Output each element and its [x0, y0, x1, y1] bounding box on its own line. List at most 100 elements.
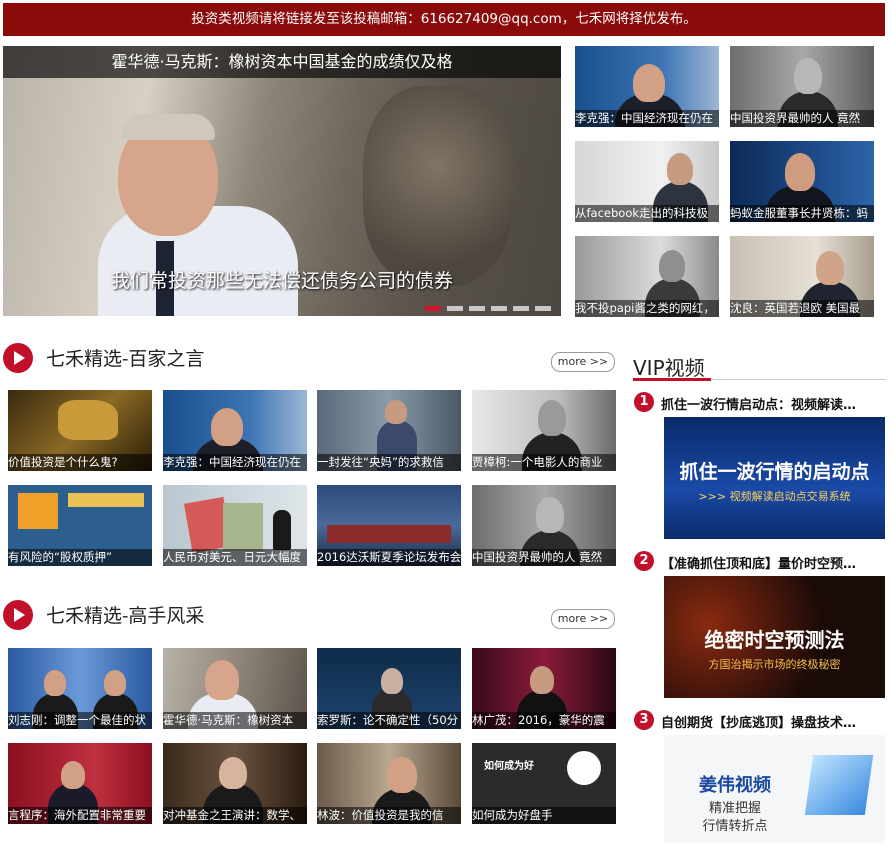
video-card[interactable]: 人民币对美元、日元大幅度	[163, 485, 307, 566]
slide-dot[interactable]	[535, 306, 551, 311]
video-caption[interactable]: 有风险的“股权质押”	[8, 549, 152, 566]
slide-dot[interactable]	[491, 306, 507, 311]
ad-subline: >>> 视频解读启动点交易系统	[698, 490, 851, 503]
video-caption[interactable]: 价值投资是个什么鬼?	[8, 454, 152, 471]
rank-badge: 2	[634, 551, 654, 571]
video-person-head	[61, 761, 85, 789]
slide-indicators	[425, 306, 551, 311]
video-card[interactable]: 李克强：中国经济现在仍在	[163, 390, 307, 471]
video-caption[interactable]: 如何成为好盘手	[472, 807, 616, 824]
conference-table	[327, 525, 451, 543]
hero-slideshow[interactable]: 霍华德·马克斯：橡树资本中国基金的成绩仅及格 我们常投资那些无法偿还债务公司的债…	[3, 46, 561, 316]
video-person-head	[536, 497, 564, 533]
ad-headline: 抓住一波行情的启动点	[679, 461, 870, 483]
side-video-caption[interactable]: 蚂蚁金服董事长井贤栋：蚂	[730, 205, 874, 222]
video-caption[interactable]: 中国投资界最帅的人 竟然	[472, 549, 616, 566]
hero-title[interactable]: 霍华德·马克斯：橡树资本中国基金的成绩仅及格	[3, 46, 561, 78]
vip-item-title[interactable]: 【准确抓住顶和底】量价时空预…	[661, 553, 856, 572]
video-person-head	[219, 757, 247, 789]
video-person-head	[381, 668, 403, 694]
video-caption[interactable]: 刘志刚：调整一个最佳的状	[8, 712, 152, 729]
video-card[interactable]: 价值投资是个什么鬼?	[8, 390, 152, 471]
video-caption[interactable]: 2016达沃斯夏季论坛发布会	[317, 549, 461, 566]
side-video-6[interactable]: 沈良：英国若退欧 美国最	[730, 236, 874, 317]
video-card[interactable]: 贾樟柯:一个电影人的商业	[472, 390, 616, 471]
bull-statue-icon	[58, 400, 118, 440]
slide-dot[interactable]	[447, 306, 463, 311]
video-card[interactable]: 刘志刚：调整一个最佳的状	[8, 648, 152, 729]
bank-icon	[18, 493, 58, 529]
video-caption[interactable]: 对冲基金之王演讲：数学、	[163, 807, 307, 824]
side-video-4[interactable]: 蚂蚁金服董事长井贤栋：蚂	[730, 141, 874, 222]
chess-piece-icon	[273, 510, 291, 550]
vip-ad-banner[interactable]: 姜伟视频 精准把握 行情转折点	[664, 735, 885, 843]
side-video-1[interactable]: 李克强：中国经济现在仍在	[575, 46, 719, 127]
side-video-caption[interactable]: 李克强：中国经济现在仍在	[575, 110, 719, 127]
headline-strip	[68, 493, 144, 507]
video-caption[interactable]: 林波：价值投资是我的信	[317, 807, 461, 824]
video-person-head	[659, 250, 685, 282]
video-caption[interactable]: 李克强：中国经济现在仍在	[163, 454, 307, 471]
video-person-head	[633, 64, 665, 102]
vip-ad-banner[interactable]: 绝密时空预测法 方国治揭示市场的终极秘密	[664, 576, 885, 698]
video-card[interactable]: 林波：价值投资是我的信	[317, 743, 461, 824]
video-person-head	[538, 400, 566, 436]
play-icon	[3, 600, 33, 630]
video-person-head	[816, 251, 844, 285]
vip-item-title[interactable]: 抓住一波行情启动点：视频解读…	[661, 394, 856, 413]
vip-ad-banner[interactable]: 抓住一波行情的启动点 >>> 视频解读启动点交易系统	[664, 417, 885, 539]
video-person-head	[387, 757, 417, 793]
video-person-head	[667, 153, 693, 185]
video-person-head	[794, 58, 822, 94]
play-icon	[3, 343, 33, 373]
video-caption[interactable]: 人民币对美元、日元大幅度	[163, 549, 307, 566]
vip-item-title[interactable]: 自创期货【抄底逃顶】操盘技术…	[661, 712, 856, 731]
slide-dot[interactable]	[513, 306, 529, 311]
section-title-gaoshou: 七禾精选-高手风采	[46, 605, 205, 627]
side-video-caption[interactable]: 沈良：英国若退欧 美国最	[730, 300, 874, 317]
video-card[interactable]: 林广茂：2016，豪华的震	[472, 648, 616, 729]
slide-dot[interactable]	[425, 306, 441, 311]
side-video-caption[interactable]: 中国投资界最帅的人 竟然	[730, 110, 874, 127]
video-card[interactable]: 2016达沃斯夏季论坛发布会	[317, 485, 461, 566]
ad-headline: 姜伟视频	[699, 775, 771, 796]
video-person-head	[44, 670, 66, 696]
thumb-headline: 如何成为好	[484, 761, 534, 772]
video-card[interactable]: 有风险的“股权质押”	[8, 485, 152, 566]
video-card[interactable]: 言程序：海外配置非常重要	[8, 743, 152, 824]
vip-section-title: VIP视频	[633, 356, 705, 380]
side-video-2[interactable]: 中国投资界最帅的人 竟然	[730, 46, 874, 127]
title-underline	[633, 378, 711, 381]
hero-subtitle: 我们常投资那些无法偿还债务公司的债券	[110, 270, 453, 292]
video-caption[interactable]: 林广茂：2016，豪华的震	[472, 712, 616, 729]
more-button[interactable]: more >>	[551, 352, 615, 372]
side-video-caption[interactable]: 从facebook走出的科技极	[575, 205, 719, 222]
more-button[interactable]: more >>	[551, 609, 615, 629]
video-card[interactable]: 霍华德·马克斯：橡树资本	[163, 648, 307, 729]
video-caption[interactable]: 一封发往“央妈”的求救信	[317, 454, 461, 471]
video-person-head	[205, 660, 239, 700]
rank-badge: 1	[634, 392, 654, 412]
hero-background-art	[363, 86, 513, 286]
side-video-5[interactable]: 我不投papi酱之类的网红，	[575, 236, 719, 317]
video-person-head	[785, 153, 815, 191]
side-video-3[interactable]: 从facebook走出的科技极	[575, 141, 719, 222]
video-person-head	[104, 670, 126, 696]
rank-badge: 3	[634, 710, 654, 730]
section-title-baijia: 七禾精选-百家之言	[46, 348, 205, 370]
video-card[interactable]: 索罗斯：论不确定性（50分	[317, 648, 461, 729]
video-caption[interactable]: 言程序：海外配置非常重要	[8, 807, 152, 824]
video-caption[interactable]: 索罗斯：论不确定性（50分	[317, 712, 461, 729]
video-card[interactable]: 对冲基金之王演讲：数学、	[163, 743, 307, 824]
video-caption[interactable]: 贾樟柯:一个电影人的商业	[472, 454, 616, 471]
ad-subline: 方国治揭示市场的终极秘密	[708, 658, 841, 671]
ad-headline: 绝密时空预测法	[704, 628, 845, 652]
ad-subline: 精准把握	[708, 801, 761, 816]
video-card[interactable]: 中国投资界最帅的人 竟然	[472, 485, 616, 566]
side-video-caption[interactable]: 我不投papi酱之类的网红，	[575, 300, 719, 317]
moon-graphic	[567, 751, 601, 785]
video-card[interactable]: 如何成为好 如何成为好盘手	[472, 743, 616, 824]
slide-dot[interactable]	[469, 306, 485, 311]
video-card[interactable]: 一封发往“央妈”的求救信	[317, 390, 461, 471]
video-caption[interactable]: 霍华德·马克斯：橡树资本	[163, 712, 307, 729]
